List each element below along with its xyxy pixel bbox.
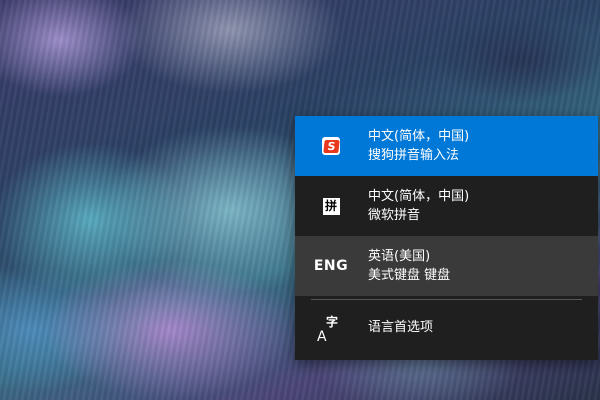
language-preferences-link[interactable]: A 字 语言首选项 bbox=[295, 300, 598, 360]
input-method-name: 微软拼音 bbox=[368, 208, 421, 223]
input-method-language: 中文(简体，中国) bbox=[368, 189, 470, 204]
sogou-icon: S bbox=[309, 116, 353, 176]
input-method-flyout: S 中文(简体，中国) 搜狗拼音输入法 拼 中文(简体，中国) 微软拼音 ENG… bbox=[295, 116, 598, 360]
input-method-english-us[interactable]: ENG 英语(美国) 美式键盘 键盘 bbox=[295, 236, 598, 296]
language-preferences-icon: A 字 bbox=[317, 315, 339, 345]
pinyin-icon: 拼 bbox=[309, 176, 353, 236]
input-method-name: 搜狗拼音输入法 bbox=[368, 148, 460, 163]
input-method-name: 美式键盘 键盘 bbox=[368, 268, 451, 283]
input-method-language: 中文(简体，中国) bbox=[368, 129, 470, 144]
input-method-microsoft-pinyin[interactable]: 拼 中文(简体，中国) 微软拼音 bbox=[295, 176, 598, 236]
input-method-language: 英语(美国) bbox=[368, 249, 431, 264]
eng-icon: ENG bbox=[313, 258, 349, 274]
input-method-sogou-pinyin[interactable]: S 中文(简体，中国) 搜狗拼音输入法 bbox=[295, 116, 598, 176]
language-preferences-label: 语言首选项 bbox=[368, 320, 434, 335]
